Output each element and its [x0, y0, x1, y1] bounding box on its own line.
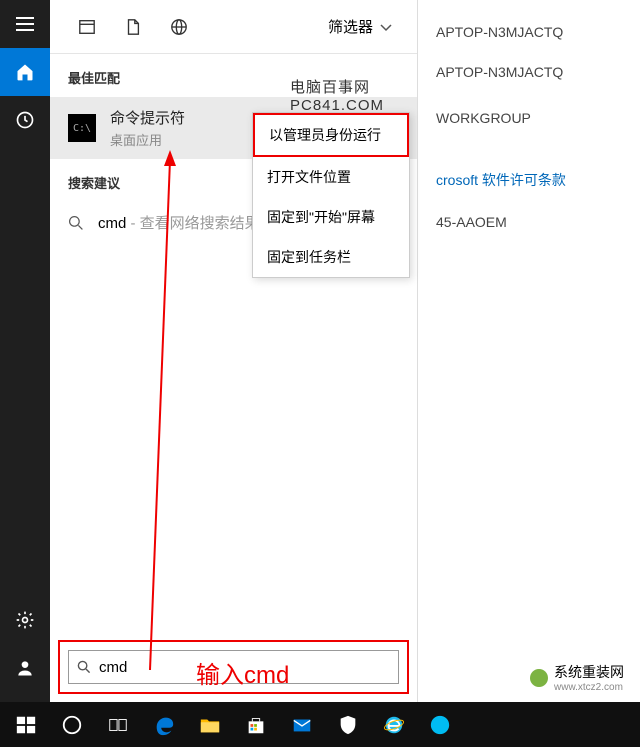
edge-icon	[153, 714, 175, 736]
context-open-location[interactable]: 打开文件位置	[253, 157, 409, 197]
panel-header: 筛选器	[50, 0, 417, 54]
globe-icon	[170, 18, 188, 36]
ie-button[interactable]	[372, 702, 416, 747]
device-name-1: APTOP-N3MJACTQ	[436, 12, 622, 52]
user-icon	[15, 658, 35, 678]
mail-icon	[291, 714, 313, 736]
product-id-value: 45-AAOEM	[436, 202, 622, 242]
app-button[interactable]	[418, 702, 462, 747]
search-panel: 筛选器 电脑百事网 PC841.COM 最佳匹配 C:\ 命令提示符 桌面应用 …	[50, 0, 418, 702]
device-name-2: APTOP-N3MJACTQ	[436, 52, 622, 92]
source-watermark: 电脑百事网 PC841.COM	[290, 76, 417, 114]
mail-button[interactable]	[280, 702, 324, 747]
shield-icon	[337, 714, 359, 736]
documents-scope-button[interactable]	[110, 7, 156, 47]
context-pin-start[interactable]: 固定到"开始"屏幕	[253, 197, 409, 237]
settings-button[interactable]	[0, 596, 50, 644]
suggestion-text: cmd - 查看网络搜索结果	[98, 212, 260, 233]
workgroup-value: WORKGROUP	[436, 98, 622, 138]
site-url: www.xtcz2.com	[554, 682, 624, 693]
hamburger-icon	[16, 17, 34, 31]
start-sidebar	[0, 0, 50, 702]
folder-icon	[199, 714, 221, 736]
context-menu: 以管理员身份运行 打开文件位置 固定到"开始"屏幕 固定到任务栏	[252, 112, 410, 278]
annotation-input-label: 输入cmd	[196, 655, 289, 690]
recent-button[interactable]	[0, 96, 50, 144]
apps-scope-button[interactable]	[64, 7, 110, 47]
app-icon	[429, 714, 451, 736]
menu-button[interactable]	[0, 0, 50, 48]
result-subtitle: 桌面应用	[110, 130, 185, 149]
windows-icon	[15, 714, 37, 736]
background-system-info: APTOP-N3MJACTQ APTOP-N3MJACTQ WORKGROUP …	[418, 0, 640, 254]
home-button[interactable]	[0, 48, 50, 96]
window-icon	[78, 18, 96, 36]
filter-label: 筛选器	[328, 16, 373, 37]
cortana-button[interactable]	[50, 702, 94, 747]
license-link[interactable]: crosoft 软件许可条款	[436, 158, 622, 202]
store-icon	[245, 714, 267, 736]
search-icon	[68, 215, 84, 231]
user-button[interactable]	[0, 644, 50, 692]
filter-dropdown[interactable]: 筛选器	[318, 10, 403, 43]
security-button[interactable]	[326, 702, 370, 747]
explorer-button[interactable]	[188, 702, 232, 747]
store-button[interactable]	[234, 702, 278, 747]
cortana-icon	[61, 714, 83, 736]
taskbar	[0, 702, 640, 747]
gear-icon	[15, 610, 35, 630]
site-name: 系统重装网	[554, 664, 624, 680]
web-scope-button[interactable]	[156, 7, 202, 47]
site-watermark: 系统重装网 www.xtcz2.com	[522, 658, 632, 697]
site-logo-icon	[530, 669, 548, 687]
context-run-as-admin[interactable]: 以管理员身份运行	[253, 113, 409, 157]
document-icon	[124, 18, 142, 36]
edge-button[interactable]	[142, 702, 186, 747]
result-title: 命令提示符	[110, 107, 185, 128]
context-pin-taskbar[interactable]: 固定到任务栏	[253, 237, 409, 277]
search-icon	[77, 660, 91, 674]
chevron-down-icon	[379, 22, 393, 32]
cmd-icon: C:\	[68, 114, 96, 142]
task-view-button[interactable]	[96, 702, 140, 747]
start-button[interactable]	[4, 702, 48, 747]
ie-icon	[383, 714, 405, 736]
home-icon	[15, 62, 35, 82]
task-view-icon	[107, 714, 129, 736]
clock-icon	[15, 110, 35, 130]
